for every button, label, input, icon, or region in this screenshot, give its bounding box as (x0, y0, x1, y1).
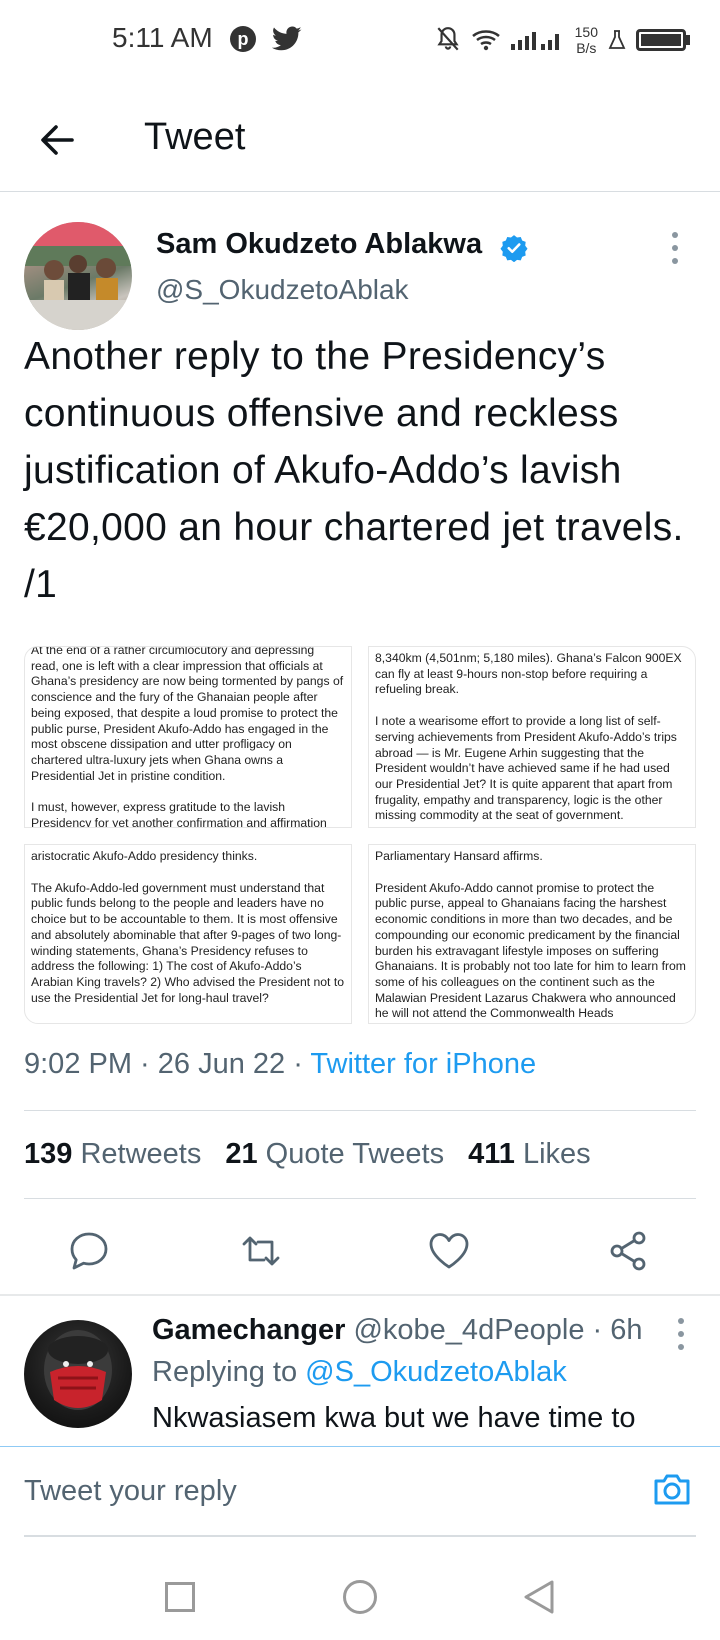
replying-to: Replying to @S_OkudzetoAblak (152, 1356, 567, 1389)
share-icon[interactable] (604, 1226, 654, 1276)
status-bar: 5:11 AM p 150 B/s (0, 0, 720, 80)
divider (24, 1110, 696, 1111)
reply-icon[interactable] (64, 1226, 114, 1276)
system-nav-bar (0, 1540, 720, 1640)
reply-more-options-icon[interactable] (676, 1318, 686, 1358)
home-button[interactable] (343, 1580, 377, 1614)
reply-author-name[interactable]: Gamechanger (152, 1314, 345, 1346)
quotes-label: Quote Tweets (265, 1138, 445, 1170)
tweet-source[interactable]: Twitter for iPhone (310, 1048, 536, 1080)
retweets-label: Retweets (80, 1138, 202, 1170)
tweet-image-4[interactable]: Parliamentary Hansard affirms. President… (368, 844, 696, 1024)
tweet-text: Another reply to the Presidency’s contin… (24, 335, 684, 606)
image-3-paragraph-1: aristocratic Akufo-Addo presidency think… (31, 849, 258, 863)
system-back-icon[interactable] (522, 1578, 556, 1616)
twitter-bird-icon (272, 26, 302, 51)
retweets-count: 139 (24, 1138, 73, 1170)
top-bar: Tweet (0, 92, 720, 192)
signal-icon (510, 32, 559, 50)
retweet-icon[interactable] (236, 1226, 286, 1276)
author-avatar[interactable] (24, 222, 132, 330)
reply-avatar[interactable] (24, 1320, 132, 1428)
avatar-photo (24, 222, 132, 330)
verified-badge-icon (500, 235, 528, 262)
reply-header: Gamechanger @kobe_4dPeople · 6h (152, 1314, 643, 1346)
network-speed-unit: B/s (576, 40, 597, 56)
more-options-icon[interactable] (670, 232, 680, 272)
status-indicators: 150 B/s (435, 22, 690, 58)
author-handle[interactable]: @S_OkudzetoAblak (156, 274, 409, 306)
tweet-image-3[interactable]: aristocratic Akufo-Addo presidency think… (24, 844, 352, 1024)
tweet-actions (0, 1226, 720, 1296)
network-speed: 150 B/s (575, 24, 598, 56)
composer-underline (24, 1535, 696, 1537)
tweet-image-1[interactable]: At the end of a rather circumlocutory an… (24, 646, 352, 828)
section-divider (0, 1294, 720, 1296)
retweets-stat[interactable]: 139 Retweets (24, 1138, 201, 1171)
reply-age: 6h (610, 1314, 643, 1346)
page-title: Tweet (144, 116, 246, 158)
reply-input[interactable]: Tweet your reply (24, 1475, 237, 1508)
image-1-paragraph-2: I must, however, express gratitude to th… (31, 800, 327, 828)
battery-tip (686, 35, 690, 45)
author-name[interactable]: Sam Okudzeto Ablakwa (156, 228, 482, 261)
notifications-off-icon (437, 27, 459, 51)
image-4-paragraph-2: President Akufo-Addo cannot promise to p… (375, 880, 686, 1021)
pinterest-icon: p (230, 26, 256, 52)
image-4-paragraph-1: Parliamentary Hansard affirms. (375, 849, 543, 863)
battery-icon (636, 29, 686, 51)
quotes-stat[interactable]: 21 Quote Tweets (225, 1138, 444, 1171)
flask-icon (608, 30, 626, 49)
status-time: 5:11 AM (112, 22, 213, 53)
recent-apps-button[interactable] (165, 1582, 195, 1612)
divider (24, 1198, 696, 1199)
reply-avatar-photo (44, 1330, 112, 1410)
tweet-stats: 139 Retweets 21 Quote Tweets 411 Likes (24, 1138, 591, 1171)
image-2-paragraph-2: I note a wearisome effort to provide a l… (375, 714, 677, 823)
tweet-image-2[interactable]: 8,340km (4,501nm; 5,180 miles). Ghana’s … (368, 646, 696, 828)
replying-to-prefix: Replying to (152, 1356, 298, 1388)
image-1-paragraph-1: At the end of a rather circumlocutory an… (31, 646, 344, 783)
wifi-icon (471, 30, 500, 51)
image-3-paragraph-2: The Akufo-Addo-led government must under… (31, 880, 344, 1005)
replying-to-handle[interactable]: @S_OkudzetoAblak (305, 1356, 567, 1388)
likes-count: 411 (468, 1138, 515, 1170)
tweet-meta: 9:02 PM · 26 Jun 22 · Twitter for iPhone (24, 1048, 537, 1080)
back-arrow-icon[interactable] (34, 116, 82, 164)
network-speed-value: 150 (574, 24, 598, 40)
reply-composer: Tweet your reply (0, 1446, 720, 1537)
reply-text: Nkwasiasem kwa but we have time to (152, 1402, 636, 1434)
camera-icon[interactable] (650, 1467, 694, 1511)
quotes-count: 21 (225, 1138, 258, 1170)
tweet-date: 26 Jun 22 (157, 1048, 286, 1080)
like-icon[interactable] (424, 1226, 474, 1276)
image-2-paragraph-1: 8,340km (4,501nm; 5,180 miles). Ghana’s … (375, 651, 682, 697)
reply-author-handle[interactable]: @kobe_4dPeople (353, 1314, 584, 1346)
likes-label: Likes (522, 1138, 591, 1170)
likes-stat[interactable]: 411 Likes (468, 1138, 591, 1171)
tweet-time: 9:02 PM (24, 1048, 132, 1080)
